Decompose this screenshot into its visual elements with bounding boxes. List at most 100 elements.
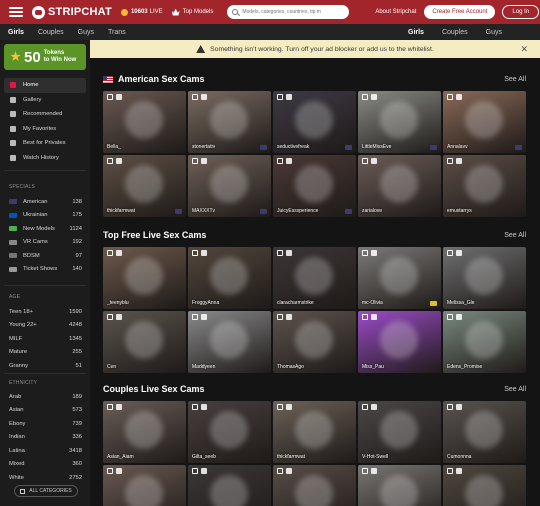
sidebar-item-ebony[interactable]: Ebony 739 <box>4 417 86 431</box>
hd-badge-icon <box>277 250 283 256</box>
top-models-link[interactable]: Top Models <box>171 8 213 16</box>
sidebar-item-arab[interactable]: Arab 189 <box>4 390 86 404</box>
model-tile[interactable]: seductivefreak <box>273 91 356 153</box>
tab-guys[interactable]: Guys <box>486 29 502 36</box>
hd-badge-icon <box>362 404 368 410</box>
tab-girls[interactable]: Girls <box>408 29 424 36</box>
model-tile[interactable]: thickfarmwat <box>273 401 356 463</box>
sidebar-item-recommended[interactable]: Recommended <box>4 107 86 122</box>
model-tile[interactable]: mc-Olivia <box>358 247 441 309</box>
hd-badge-icon <box>447 404 453 410</box>
sidebar-item-latina[interactable]: Latina 3418 <box>4 444 86 458</box>
model-tile[interactable]: thickfarmwat <box>103 155 186 217</box>
model-tile[interactable]: ThomasAgo <box>273 311 356 373</box>
mobile-badge-icon <box>371 158 377 164</box>
about-link[interactable]: About Stripchat <box>375 9 416 15</box>
sidebar-item-young-22-[interactable]: Young 22+ 4248 <box>4 319 86 333</box>
tab-couples[interactable]: Couples <box>442 29 468 36</box>
see-all-link[interactable]: See All <box>504 232 526 239</box>
all-categories-label: ALL CATEGORIES <box>29 488 72 494</box>
sidebar-item-teen-18-[interactable]: Teen 18+ 1590 <box>4 305 86 319</box>
model-tile[interactable]: LittleMissEve <box>358 91 441 153</box>
sidebar-item-ticket-shows[interactable]: Ticket Shows 140 <box>4 263 86 277</box>
search-input[interactable] <box>242 9 343 15</box>
sidebar-item-bdsm[interactable]: BDSM 97 <box>4 249 86 263</box>
model-tile[interactable]: Cumonnna <box>443 401 526 463</box>
promo-banner[interactable]: 50 Tokens to Win Now <box>4 44 86 70</box>
see-all-link[interactable]: See All <box>504 76 526 83</box>
sidebar-item-new-models[interactable]: New Models 1124 <box>4 222 86 236</box>
model-tile[interactable]: FroggyAnna <box>188 247 271 309</box>
model-tile[interactable] <box>273 465 356 506</box>
all-categories-button[interactable]: ALL CATEGORIES <box>14 485 78 497</box>
model-tile[interactable]: Bella_ <box>103 91 186 153</box>
thumbnail-image <box>210 165 248 203</box>
model-tile[interactable]: Asian_Aiam <box>103 401 186 463</box>
mobile-badge-icon <box>371 404 377 410</box>
sidebar-item-label: Ukrainian <box>23 212 48 219</box>
sidebar-item-mixed[interactable]: Mixed 360 <box>4 458 86 472</box>
model-tile[interactable] <box>103 465 186 506</box>
sidebar-item-mature[interactable]: Mature 255 <box>4 346 86 360</box>
model-tile[interactable]: claracharmstrike <box>273 247 356 309</box>
model-tile[interactable]: JuicyEssxperience <box>273 155 356 217</box>
thumbnail-image <box>465 321 503 359</box>
mobile-badge-icon <box>286 314 292 320</box>
sidebar-item-granny[interactable]: Granny 51 <box>4 359 86 373</box>
close-icon[interactable]: ✕ <box>520 44 528 55</box>
model-tile[interactable]: MAXXXTv <box>188 155 271 217</box>
mobile-badge-icon <box>371 94 377 100</box>
sidebar-item-ukrainian[interactable]: Ukrainian 175 <box>4 209 86 223</box>
model-tile[interactable]: Gilta_seeb <box>188 401 271 463</box>
search-box[interactable] <box>227 5 350 19</box>
tab-guys[interactable]: Guys <box>78 29 94 36</box>
model-tile[interactable]: _teenyblu <box>103 247 186 309</box>
hd-badge-icon <box>362 468 368 474</box>
model-tile[interactable]: Maddyeen <box>188 311 271 373</box>
hd-badge-icon <box>192 314 198 320</box>
sidebar-item-my-favorites[interactable]: My Favorites <box>4 122 86 137</box>
tab-girls[interactable]: Girls <box>8 29 24 36</box>
sidebar-item-home[interactable]: Home <box>4 78 86 93</box>
model-tile[interactable] <box>188 465 271 506</box>
logo-text: STRIPCHAT <box>48 6 112 18</box>
sidebar-item-count: 2752 <box>69 474 82 481</box>
tab-couples[interactable]: Couples <box>38 29 64 36</box>
sidebar-item-gallery[interactable]: Gallery <box>4 93 86 108</box>
app-root: STRIPCHAT 10603 LIVE Top Models About St… <box>0 0 540 506</box>
model-tile[interactable]: stonertativ <box>188 91 271 153</box>
see-all-link[interactable]: See All <box>504 386 526 393</box>
model-tile[interactable]: emustarrys <box>443 155 526 217</box>
model-tile[interactable]: Miss_Pau <box>358 311 441 373</box>
model-tile[interactable]: Melissa_Gle <box>443 247 526 309</box>
model-tile[interactable]: zarialove <box>358 155 441 217</box>
sidebar-item-asian[interactable]: Asian 573 <box>4 404 86 418</box>
model-tile[interactable] <box>443 465 526 506</box>
section-title: American Sex Cams <box>103 74 205 84</box>
create-account-button[interactable]: Create Free Account <box>424 5 496 19</box>
sidebar-item-american[interactable]: American 138 <box>4 195 86 209</box>
model-tile[interactable]: Annalavv <box>443 91 526 153</box>
login-button[interactable]: Log In <box>502 5 540 19</box>
hd-badge-icon <box>192 468 198 474</box>
tab-trans[interactable]: Trans <box>108 29 126 36</box>
model-tile[interactable]: Cen <box>103 311 186 373</box>
mobile-badge-icon <box>201 250 207 256</box>
sidebar-item-best-for-privates[interactable]: Best for Privates <box>4 136 86 151</box>
thumbnail-image <box>380 257 418 295</box>
nav-icon <box>10 154 16 161</box>
sidebar-item-milf[interactable]: MILF 1345 <box>4 332 86 346</box>
model-tile[interactable]: V-Hot-Swell <box>358 401 441 463</box>
model-name: emustarrys <box>447 208 472 214</box>
menu-icon[interactable] <box>9 7 23 17</box>
sidebar-item-vr-cams[interactable]: VR Cams 192 <box>4 236 86 250</box>
divider <box>4 373 86 374</box>
sidebar-item-white[interactable]: White 2752 <box>4 471 86 485</box>
model-tile[interactable]: Edens_Promise <box>443 311 526 373</box>
thumbnail-image <box>295 475 333 506</box>
sidebar-item-watch-history[interactable]: Watch History <box>4 151 86 166</box>
sidebar-item-indian[interactable]: Indian 336 <box>4 431 86 445</box>
model-tile[interactable] <box>358 465 441 506</box>
logo[interactable]: STRIPCHAT <box>32 5 112 19</box>
thumbnail-image <box>125 165 163 203</box>
